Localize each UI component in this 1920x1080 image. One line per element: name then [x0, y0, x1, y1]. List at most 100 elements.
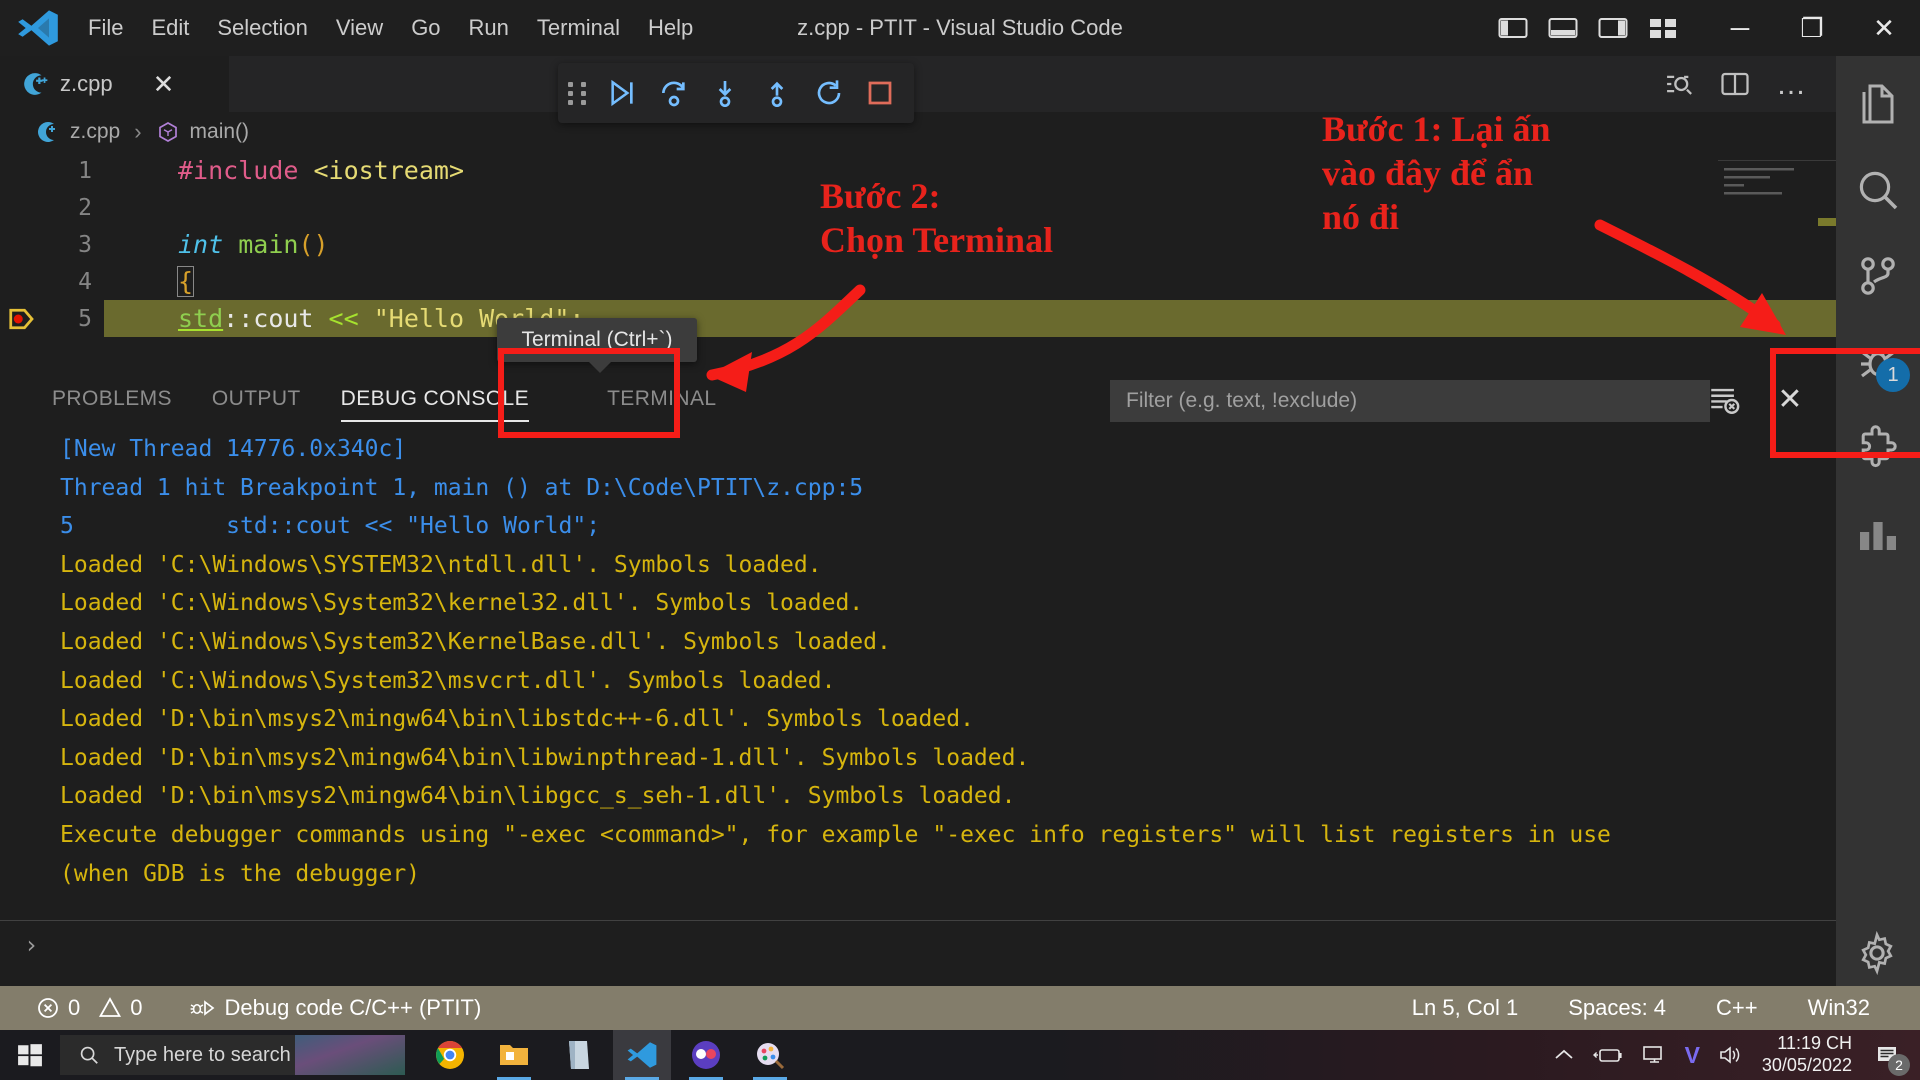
console-line: Execute debugger commands using "-exec <… — [60, 821, 1611, 848]
breakpoint-arrow-icon — [9, 308, 34, 329]
system-tray: V 11:19 CH 30/05/2022 2 — [1553, 1033, 1920, 1076]
close-icon: ✕ — [1873, 13, 1895, 43]
warning-count: 0 — [130, 995, 143, 1020]
taskbar-vscode[interactable] — [613, 1030, 671, 1080]
vscode-logo-icon — [18, 10, 58, 46]
sidebar-item-source-control[interactable] — [1854, 252, 1902, 300]
menu-bar[interactable]: File Edit Selection View Go Run Terminal… — [74, 9, 707, 47]
search-placeholder: Type here to search — [114, 1043, 291, 1066]
taskbar-file-explorer[interactable] — [485, 1030, 543, 1080]
language-mode[interactable]: C++ — [1710, 995, 1764, 1021]
editor-actions: … — [1660, 56, 1836, 112]
maximize-button[interactable]: ❐ — [1776, 0, 1848, 56]
menu-item-edit[interactable]: Edit — [137, 9, 203, 47]
sidebar-item-testing[interactable] — [1854, 510, 1902, 558]
menu-item-help[interactable]: Help — [634, 9, 707, 47]
more-actions-icon[interactable]: … — [1776, 69, 1806, 99]
taskbar-paint[interactable] — [741, 1030, 799, 1080]
start-button[interactable] — [0, 1030, 60, 1080]
console-line: Loaded 'C:\Windows\System32\msvcrt.dll'.… — [60, 667, 836, 694]
chrome-icon — [436, 1041, 464, 1069]
clock-date: 30/05/2022 — [1761, 1055, 1852, 1075]
cpp-file-icon — [24, 73, 48, 95]
console-line: (when GDB is the debugger) — [60, 860, 421, 887]
tab-close-icon[interactable]: ✕ — [153, 71, 175, 97]
drag-handle-icon[interactable] — [568, 78, 588, 108]
notification-count: 2 — [1888, 1054, 1910, 1076]
breadcrumb-symbol[interactable]: main() — [190, 120, 250, 144]
menu-item-view[interactable]: View — [322, 9, 397, 47]
debug-console-input[interactable]: › — [0, 920, 1836, 968]
step-over-icon — [661, 81, 685, 107]
problems-status[interactable]: 0 0 — [30, 995, 149, 1021]
unikey-tray-icon[interactable]: V — [1685, 1042, 1700, 1069]
console-line: Loaded 'C:\Windows\System32\kernel32.dll… — [60, 590, 864, 617]
split-editor-icon[interactable] — [1720, 69, 1750, 99]
tab-output[interactable]: OUTPUT — [192, 368, 321, 430]
network-icon[interactable] — [1641, 1044, 1667, 1066]
run-and-debug-icon[interactable] — [1660, 67, 1694, 101]
warning-icon — [99, 997, 122, 1017]
search-input[interactable]: Type here to search — [60, 1035, 405, 1075]
clock[interactable]: 11:19 CH 30/05/2022 — [1762, 1033, 1852, 1076]
step-into-button[interactable] — [701, 69, 749, 117]
layout-controls[interactable] — [1498, 15, 1678, 41]
console-line: Loaded 'D:\bin\msys2\mingw64\bin\libstdc… — [60, 706, 974, 733]
status-bar: 0 0 Debug code C/C++ (PTIT) Ln 5, Col 1 … — [0, 986, 1920, 1030]
stop-button[interactable] — [856, 69, 904, 117]
annotation-step-2: Bước 2: Chọn Terminal — [820, 176, 1054, 260]
restart-button[interactable] — [805, 69, 853, 117]
menu-item-terminal[interactable]: Terminal — [523, 9, 634, 47]
indentation[interactable]: Spaces: 4 — [1562, 995, 1672, 1021]
step-out-button[interactable] — [753, 69, 801, 117]
tab-problems[interactable]: PROBLEMS — [32, 368, 192, 430]
toggle-panel-icon[interactable] — [1548, 15, 1578, 41]
continue-button[interactable] — [598, 69, 646, 117]
menu-item-run[interactable]: Run — [455, 9, 523, 47]
notification-center-button[interactable]: 2 — [1870, 1038, 1910, 1076]
show-hidden-icons-chevron-up-icon[interactable] — [1553, 1046, 1575, 1064]
paint3d-icon — [757, 1043, 785, 1070]
settings-gear-icon — [1861, 930, 1893, 976]
source-control-icon — [1861, 257, 1895, 295]
annotation-box-terminal-tab — [498, 348, 680, 438]
taskbar-store[interactable] — [549, 1030, 607, 1080]
customize-layout-icon[interactable] — [1648, 15, 1678, 41]
platform-target[interactable]: Win32 — [1802, 995, 1876, 1021]
status-bar-right: Ln 5, Col 1 Spaces: 4 C++ Win32 — [1406, 995, 1920, 1021]
close-window-button[interactable]: ✕ — [1848, 0, 1920, 56]
title-bar-right: ─ ❐ ✕ — [1498, 0, 1920, 56]
debug-config-status[interactable]: Debug code C/C++ (PTIT) — [183, 995, 488, 1021]
step-out-icon — [770, 81, 784, 107]
search-icon — [80, 1046, 98, 1064]
toggle-primary-sidebar-icon[interactable] — [1498, 15, 1528, 41]
annotation-arrow-step-1 — [1594, 219, 1786, 335]
error-count: 0 — [68, 995, 81, 1020]
sidebar-item-search[interactable] — [1854, 166, 1902, 214]
line-number: 4 — [78, 268, 92, 295]
sidebar-item-settings[interactable] — [1854, 930, 1902, 978]
status-bar-left: 0 0 Debug code C/C++ (PTIT) — [0, 995, 487, 1021]
breadcrumb-file[interactable]: z.cpp — [70, 120, 120, 144]
taskbar-messenger[interactable] — [677, 1030, 735, 1080]
cursor-position[interactable]: Ln 5, Col 1 — [1406, 995, 1524, 1021]
cpp-file-icon — [38, 122, 55, 142]
sidebar-item-explorer[interactable] — [1854, 80, 1902, 128]
debug-toolbar[interactable] — [558, 63, 914, 123]
debug-console-output[interactable]: [New Thread 14776.0x340c] Thread 1 hit B… — [0, 430, 1836, 920]
title-bar: File Edit Selection View Go Run Terminal… — [0, 0, 1920, 56]
clear-console-button[interactable] — [1704, 380, 1744, 420]
filter-input[interactable]: Filter (e.g. text, !exclude) — [1110, 380, 1710, 422]
menu-item-file[interactable]: File — [74, 9, 137, 47]
step-over-button[interactable] — [650, 69, 698, 117]
menu-item-selection[interactable]: Selection — [203, 9, 322, 47]
minimize-button[interactable]: ─ — [1704, 0, 1776, 56]
tab-z-cpp[interactable]: z.cpp ✕ — [0, 56, 230, 112]
menu-item-go[interactable]: Go — [397, 9, 454, 47]
volume-icon[interactable] — [1718, 1044, 1744, 1066]
breakpoint-marker[interactable] — [0, 304, 44, 334]
search-icon — [1859, 171, 1898, 210]
battery-icon[interactable] — [1592, 1045, 1623, 1065]
taskbar-chrome[interactable] — [421, 1030, 479, 1080]
toggle-secondary-sidebar-icon[interactable] — [1598, 15, 1628, 41]
